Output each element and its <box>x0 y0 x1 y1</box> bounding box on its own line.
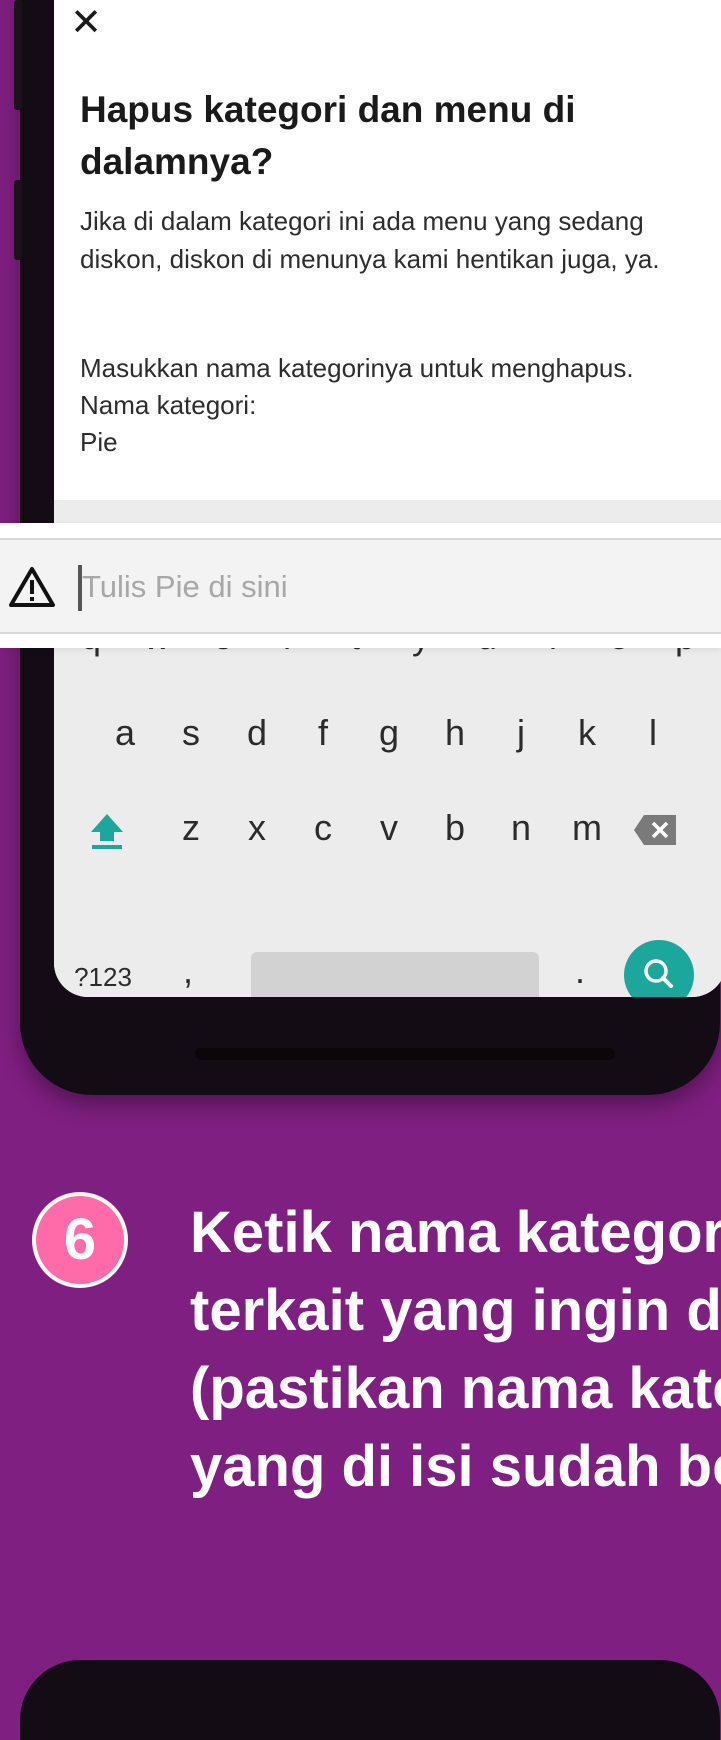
next-phone-frame <box>20 1660 720 1740</box>
key-label: l <box>649 712 657 753</box>
search-icon <box>644 959 673 988</box>
key-label: x <box>248 807 266 848</box>
key-s[interactable]: s <box>158 698 224 768</box>
key-label: g <box>378 712 400 753</box>
search-key[interactable] <box>624 940 694 997</box>
key-d[interactable]: d <box>224 698 290 768</box>
key-n[interactable]: n <box>488 793 554 863</box>
phone-side-button <box>14 180 22 260</box>
comma-key[interactable]: , <box>158 936 218 997</box>
key-k[interactable]: k <box>554 698 620 768</box>
symbols-key[interactable]: ?123 <box>58 942 148 997</box>
caption-line: terkait yang ingin di <box>190 1278 721 1343</box>
key-label: v <box>380 807 398 848</box>
key-v[interactable]: v <box>356 793 422 863</box>
period-key[interactable]: . <box>550 936 610 997</box>
category-name-input-bar <box>0 523 721 648</box>
backspace-key[interactable] <box>622 793 688 863</box>
key-m[interactable]: m <box>554 793 620 863</box>
phone-screen: ✕ Hapus kategori dan menu di dalamnya? J… <box>54 0 721 997</box>
step-caption: Ketik nama kategor terkait yang ingin di… <box>190 1194 721 1506</box>
key-c[interactable]: c <box>290 793 356 863</box>
key-label: j <box>517 712 525 753</box>
category-name-value: Pie <box>80 427 118 457</box>
category-name-label: Nama kategori: <box>80 390 257 420</box>
key-label: s <box>182 712 200 753</box>
key-z[interactable]: z <box>158 793 224 863</box>
dialog-title: Hapus kategori dan menu di dalamnya? <box>80 89 576 182</box>
key-j[interactable]: j <box>488 698 554 768</box>
key-label: m <box>572 807 602 848</box>
dialog-instruction-block: Masukkan nama kategorinya untuk menghapu… <box>80 350 700 461</box>
key-f[interactable]: f <box>290 698 356 768</box>
key-label: z <box>182 807 200 848</box>
shift-key[interactable] <box>74 793 140 863</box>
key-label: f <box>317 712 328 753</box>
space-key[interactable] <box>251 952 539 997</box>
delete-category-dialog: ✕ Hapus kategori dan menu di dalamnya? J… <box>54 0 721 500</box>
step-number-badge: 6 <box>32 1192 128 1288</box>
key-x[interactable]: x <box>224 793 290 863</box>
key-b[interactable]: b <box>422 793 488 863</box>
phone-bottom-shadow <box>195 1048 615 1060</box>
dialog-description: Jika di dalam kategori ini ada menu yang… <box>80 206 660 274</box>
key-h[interactable]: h <box>422 698 488 768</box>
caption-line: Ketik nama kategor <box>190 1200 721 1265</box>
close-icon: ✕ <box>70 0 102 44</box>
instruction-text: Masukkan nama kategorinya untuk menghapu… <box>80 353 634 383</box>
key-g[interactable]: g <box>356 698 422 768</box>
phone-side-button <box>14 0 22 110</box>
input-container <box>0 538 721 634</box>
key-label: h <box>444 712 466 753</box>
warning-icon <box>9 567 55 607</box>
category-name-input[interactable] <box>82 560 702 614</box>
close-button[interactable]: ✕ <box>66 2 106 42</box>
caption-line: yang di isi sudah be <box>190 1434 721 1499</box>
key-a[interactable]: a <box>92 698 158 768</box>
key-label: . <box>574 950 585 991</box>
key-label: , <box>182 950 193 991</box>
key-label: ?123 <box>74 962 132 992</box>
key-label: n <box>510 807 532 848</box>
caption-line: (pastikan nama kate <box>190 1356 721 1421</box>
key-label: a <box>114 712 136 753</box>
backspace-icon <box>634 815 676 846</box>
key-label: b <box>444 807 466 848</box>
key-label: k <box>578 712 596 753</box>
key-label: c <box>314 807 332 848</box>
key-l[interactable]: l <box>620 698 686 768</box>
shift-icon <box>91 814 123 850</box>
key-label: d <box>246 712 268 753</box>
